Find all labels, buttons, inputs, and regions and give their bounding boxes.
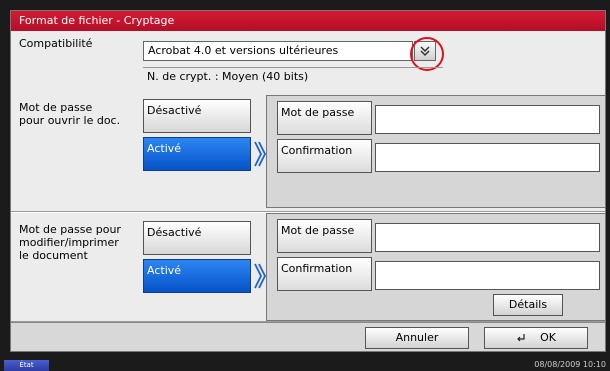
encryption-level-text: N. de crypt. : Moyen (40 bits) <box>143 67 443 84</box>
double-chevron-right-icon <box>254 263 267 289</box>
open-password-section: Mot de passe pour ouvrir le doc. Désacti… <box>11 91 606 212</box>
edit-password-input[interactable] <box>375 223 600 252</box>
compatibility-select[interactable]: Acrobat 4.0 et versions ultérieures <box>143 41 413 61</box>
edit-confirm-field-label[interactable]: Confirmation <box>277 257 372 291</box>
compatibility-dropdown-button[interactable] <box>414 41 436 61</box>
edit-password-fields-panel: Mot de passe Confirmation Détails <box>266 213 606 321</box>
status-bar: État 08/08/2009 10:10 <box>0 355 610 371</box>
encryption-dialog: Format de fichier - Cryptage Compatibili… <box>10 10 606 352</box>
compatibility-label: Compatibilité <box>19 37 93 50</box>
open-password-label: Mot de passe pour ouvrir le doc. <box>19 101 121 127</box>
details-button[interactable]: Détails <box>493 294 563 316</box>
ok-label: OK <box>540 331 556 344</box>
edit-password-on-button[interactable]: Activé <box>143 259 251 293</box>
open-password-on-button[interactable]: Activé <box>143 137 251 171</box>
edit-password-section: Mot de passe pour modifier/imprimer le d… <box>11 213 606 322</box>
edit-password-field-label[interactable]: Mot de passe <box>277 219 372 253</box>
dialog-title: Format de fichier - Cryptage <box>11 11 605 31</box>
open-password-fields-panel: Mot de passe Confirmation <box>266 95 606 208</box>
dialog-footer: Annuler OK <box>11 322 605 351</box>
cancel-button[interactable]: Annuler <box>365 327 469 349</box>
open-password-off-button[interactable]: Désactivé <box>143 99 251 133</box>
open-password-field-label[interactable]: Mot de passe <box>277 101 372 135</box>
enter-icon <box>517 334 525 342</box>
edit-confirm-input[interactable] <box>375 261 600 290</box>
ok-button[interactable]: OK <box>484 327 588 349</box>
edit-password-label: Mot de passe pour modifier/imprimer le d… <box>19 223 121 262</box>
open-password-input[interactable] <box>375 105 600 134</box>
datetime-display: 08/08/2009 10:10 <box>534 360 606 369</box>
open-confirm-input[interactable] <box>375 143 600 172</box>
edit-password-off-button[interactable]: Désactivé <box>143 221 251 255</box>
double-chevron-right-icon <box>254 141 267 167</box>
chevron-down-icon <box>420 46 430 57</box>
open-confirm-field-label[interactable]: Confirmation <box>277 139 372 173</box>
status-tab[interactable]: État <box>4 360 49 371</box>
